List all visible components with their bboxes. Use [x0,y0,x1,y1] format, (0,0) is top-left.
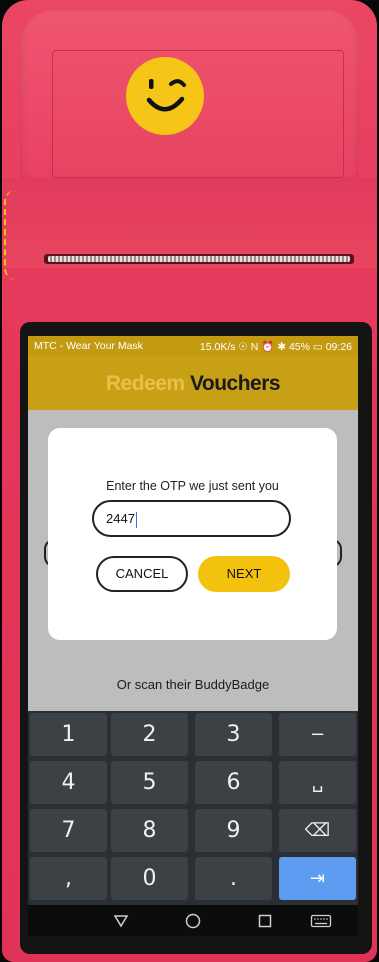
carrier-label: MTC - Wear Your Mask [34,340,143,352]
circle-home-icon[interactable] [184,912,202,930]
key-6[interactable]: 6 [195,761,272,804]
key-1[interactable]: 1 [30,713,107,756]
keyboard-icon[interactable] [310,912,332,930]
decorative-curve [4,190,16,280]
numeric-keyboard: 1 2 3 − 4 5 6 ␣ 7 8 9 ⌫ , 0 . ⇥ [28,711,358,905]
key-go[interactable]: ⇥ [279,857,356,900]
key-7[interactable]: 7 [30,809,107,852]
key-9[interactable]: 9 [195,809,272,852]
key-3[interactable]: 3 [195,713,272,756]
key-backspace[interactable]: ⌫ [279,809,356,852]
cancel-button[interactable]: CANCEL [96,556,188,592]
key-4[interactable]: 4 [30,761,107,804]
nav-bar [28,905,358,936]
key-8[interactable]: 8 [111,809,188,852]
status-bar: MTC - Wear Your Mask 15.0K/s ☉ N ⏰ ✱ 45%… [28,336,358,356]
status-icons: 15.0K/s ☉ N ⏰ ✱ 45% ▭ 09:26 [199,340,352,353]
scan-buddybadge-link[interactable]: Or scan their BuddyBadge [28,677,358,692]
triangle-back-icon[interactable] [112,912,130,930]
key-minus[interactable]: − [279,713,356,756]
page-title-part2: Vouchers [189,372,281,395]
square-recents-icon[interactable] [256,912,274,930]
key-5[interactable]: 5 [111,761,188,804]
key-period[interactable]: . [195,857,272,900]
paper-slot-teeth [48,256,350,262]
key-2[interactable]: 2 [111,713,188,756]
wink-smiley-logo [126,57,204,135]
otp-input[interactable]: 2447 [92,500,291,537]
page-title-part1: Redeem [105,372,185,395]
dialog-prompt: Enter the OTP we just sent you [106,479,279,493]
otp-dialog: Enter the OTP we just sent you 2447 CANC… [48,428,337,640]
screen: MTC - Wear Your Mask 15.0K/s ☉ N ⏰ ✱ 45%… [28,336,358,936]
text-caret [135,511,138,528]
next-button[interactable]: NEXT [198,556,290,592]
key-comma[interactable]: , [30,857,107,900]
app-header: Redeem Vouchers [28,356,358,410]
key-space[interactable]: ␣ [279,761,356,804]
otp-input-value: 2447 [106,511,135,526]
key-0[interactable]: 0 [111,857,188,900]
